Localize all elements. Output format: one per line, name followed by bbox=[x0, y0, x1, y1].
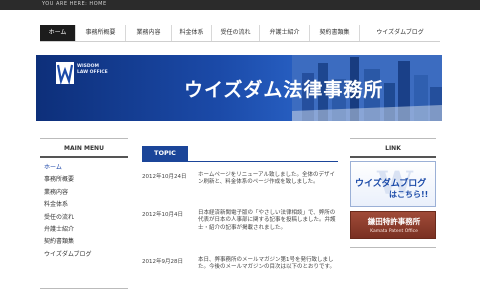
nav-item-fees[interactable]: 料金体系 bbox=[172, 25, 212, 41]
firm-name-title: ウイズダム法律事務所 bbox=[184, 79, 384, 101]
breadcrumb: YOU ARE HERE: HOME bbox=[42, 1, 107, 7]
top-bar: YOU ARE HERE: HOME bbox=[0, 0, 480, 10]
sidebar-main-menu: MAIN MENU ホーム 事務所概要 業務内容 料金体系 受任の流れ 弁護士紹… bbox=[40, 138, 128, 289]
patent-office-link-banner[interactable]: 鎌田特許事務所 Kamata Patent Office bbox=[350, 211, 436, 239]
patent-office-english-name: Kamata Patent Office bbox=[370, 229, 418, 234]
header-banner[interactable]: WISDOM LAW OFFICE ウイズダム法律事務所 bbox=[36, 55, 442, 121]
menu-divider bbox=[40, 288, 128, 289]
link-section-title: LINK bbox=[350, 138, 436, 158]
nav-item-services[interactable]: 業務内容 bbox=[126, 25, 172, 41]
nav-item-lawyers[interactable]: 弁護士紹介 bbox=[260, 25, 310, 41]
sidebar-item-fees[interactable]: 料金体系 bbox=[40, 199, 128, 211]
nav-item-contracts[interactable]: 契約書類集 bbox=[310, 25, 360, 41]
sidebar-item-office-overview[interactable]: 事務所概要 bbox=[40, 174, 128, 186]
logo-text: WISDOM LAW OFFICE bbox=[77, 64, 108, 75]
sidebar-item-blog[interactable]: ウイズダムブログ bbox=[40, 249, 128, 261]
topic-date: 2012年10月24日 bbox=[142, 174, 187, 180]
main-menu-title: MAIN MENU bbox=[40, 138, 128, 158]
sidebar-item-home[interactable]: ホーム bbox=[40, 162, 128, 174]
topic-divider bbox=[142, 161, 338, 162]
topic-text: 本日、弊事務所のメールマガジン第1号を発行致しました。今後のメールマガジンの目次… bbox=[198, 257, 335, 271]
blog-banner-subtitle: はこちら!! bbox=[389, 190, 429, 199]
blog-banner-title: ウイズダムブログ bbox=[355, 179, 427, 189]
link-divider bbox=[350, 247, 436, 248]
nav-item-office-overview[interactable]: 事務所概要 bbox=[76, 25, 126, 41]
topic-date: 2012年10月4日 bbox=[142, 212, 183, 218]
sidebar-item-lawyers[interactable]: 弁護士紹介 bbox=[40, 224, 128, 236]
nav-item-blog[interactable]: ウイズダムブログ bbox=[360, 25, 440, 41]
main-nav: ホーム 事務所概要 業務内容 料金体系 受任の流れ 弁護士紹介 契約書類集 ウイ… bbox=[40, 25, 440, 42]
topic-text: ホームページをリニューアル致しました。全体のデザイン刷新と、料金体系のページ作成… bbox=[198, 172, 335, 186]
blog-link-banner[interactable]: W ウイズダムブログ はこちら!! bbox=[350, 161, 436, 207]
sidebar-item-process[interactable]: 受任の流れ bbox=[40, 212, 128, 224]
sidebar-item-services[interactable]: 業務内容 bbox=[40, 187, 128, 199]
wisdom-logo-icon bbox=[56, 62, 74, 84]
topic-date: 2012年9月28日 bbox=[142, 259, 183, 265]
sidebar-item-contracts[interactable]: 契約書類集 bbox=[40, 236, 128, 248]
patent-office-name: 鎌田特許事務所 bbox=[367, 217, 421, 226]
nav-item-process[interactable]: 受任の流れ bbox=[212, 25, 260, 41]
topic-text: 日本経済新聞電子版の「やさしい法律相談」で、弊所の代表が日本の人事部に関する記事… bbox=[198, 210, 336, 231]
topic-tab: TOPIC bbox=[142, 146, 188, 161]
nav-item-home[interactable]: ホーム bbox=[40, 25, 76, 41]
